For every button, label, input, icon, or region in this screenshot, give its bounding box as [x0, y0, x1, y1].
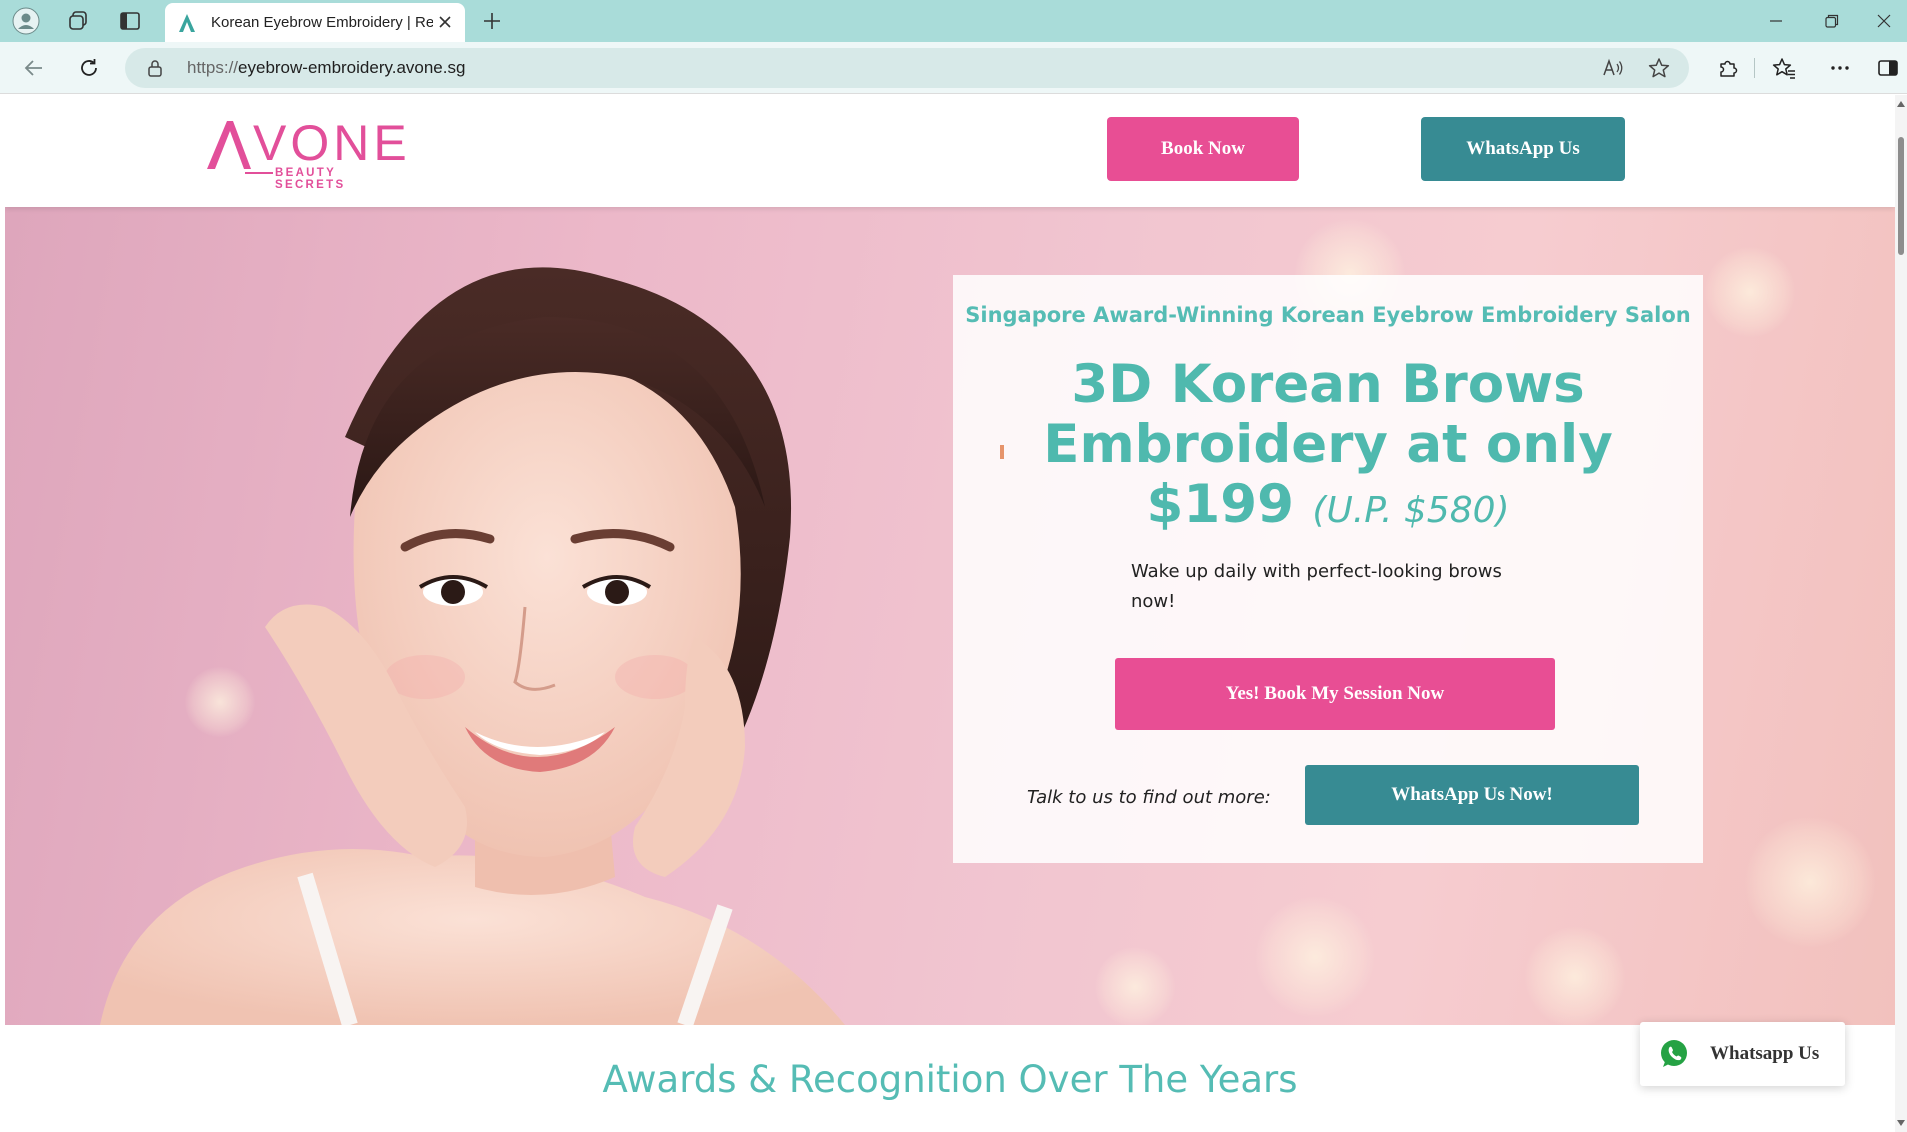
- browser-tab-bar: Korean Eyebrow Embroidery | Red: [0, 0, 1907, 42]
- floating-whatsapp-label: Whatsapp Us: [1710, 1043, 1820, 1064]
- window-close-icon[interactable]: [1860, 0, 1907, 42]
- talk-to-us-text: Talk to us to find out more:: [1027, 787, 1271, 808]
- bokeh-light: [1095, 947, 1175, 1025]
- puzzle-icon[interactable]: [1712, 52, 1744, 84]
- avone-favicon-icon: [179, 13, 195, 32]
- logo-divider: [245, 172, 273, 174]
- bokeh-light: [1745, 817, 1875, 947]
- refresh-icon[interactable]: [71, 50, 107, 86]
- page-scrollbar[interactable]: [1895, 95, 1907, 1132]
- scroll-up-arrow-icon[interactable]: [1897, 101, 1905, 107]
- headline-line-3: $199 (U.P. $580): [953, 475, 1703, 541]
- plus-icon[interactable]: [477, 5, 507, 37]
- offer-card: Singapore Award-Winning Korean Eyebrow E…: [953, 275, 1703, 863]
- floating-whatsapp-button[interactable]: Whatsapp Us: [1640, 1022, 1845, 1086]
- hero-banner: Singapore Award-Winning Korean Eyebrow E…: [5, 207, 1895, 1025]
- back-arrow-icon[interactable]: [16, 50, 52, 86]
- bokeh-light: [1705, 247, 1795, 337]
- workspaces-icon[interactable]: [62, 5, 94, 37]
- headline-line-2: Embroidery at only: [1043, 414, 1613, 475]
- scroll-down-arrow-icon[interactable]: [1897, 1120, 1905, 1126]
- offer-price: $199: [1146, 474, 1294, 535]
- usual-price: (U.P. $580): [1312, 490, 1510, 531]
- offer-headline: 3D Korean Brows Embroidery at only $199 …: [953, 355, 1703, 541]
- profile-icon[interactable]: [10, 5, 42, 37]
- browser-toolbar: https://eyebrow-embroidery.avone.sg: [0, 42, 1907, 94]
- book-now-button[interactable]: Book Now: [1107, 117, 1299, 181]
- address-bar[interactable]: https://eyebrow-embroidery.avone.sg: [125, 48, 1689, 88]
- headline-line-1: 3D Korean Brows: [1071, 354, 1585, 415]
- toolbar-divider: [1754, 58, 1755, 78]
- active-tab[interactable]: Korean Eyebrow Embroidery | Red: [165, 3, 465, 42]
- offer-subtitle: Wake up daily with perfect-looking brows…: [1131, 561, 1502, 612]
- vertical-tabs-icon[interactable]: [114, 5, 146, 37]
- bokeh-light: [1525, 927, 1625, 1025]
- url-text[interactable]: https://eyebrow-embroidery.avone.sg: [187, 58, 465, 78]
- read-aloud-icon[interactable]: [1601, 56, 1625, 80]
- awards-heading: Awards & Recognition Over The Years: [602, 1058, 1298, 1101]
- star-icon[interactable]: [1647, 56, 1671, 80]
- site-header: VONE BEAUTY SECRETS Book Now WhatsApp Us: [5, 95, 1895, 207]
- whatsapp-icon: [1661, 1040, 1687, 1067]
- tab-title: Korean Eyebrow Embroidery | Red: [211, 14, 433, 31]
- logo-wordmark: VONE: [253, 115, 411, 171]
- more-dots-icon[interactable]: [1824, 52, 1856, 84]
- favorites-icon[interactable]: [1768, 52, 1800, 84]
- logo-mark-icon: [207, 121, 251, 169]
- restore-icon[interactable]: [1804, 0, 1860, 42]
- whatsapp-us-now-button[interactable]: WhatsApp Us Now!: [1305, 765, 1639, 825]
- minimize-icon[interactable]: [1748, 0, 1804, 42]
- close-icon[interactable]: [435, 12, 455, 32]
- scroll-thumb[interactable]: [1898, 137, 1904, 255]
- model-portrait-image: [100, 267, 845, 1025]
- bokeh-light: [1255, 897, 1375, 1017]
- book-session-button[interactable]: Yes! Book My Session Now: [1115, 658, 1555, 730]
- sidebar-icon[interactable]: [1872, 52, 1904, 84]
- avone-logo[interactable]: VONE BEAUTY SECRETS: [205, 117, 407, 191]
- logo-tagline: BEAUTY SECRETS: [275, 167, 346, 191]
- offer-kicker: Singapore Award-Winning Korean Eyebrow E…: [965, 303, 1691, 327]
- whatsapp-us-button[interactable]: WhatsApp Us: [1421, 117, 1625, 181]
- lock-icon[interactable]: [145, 58, 165, 78]
- web-page: VONE BEAUTY SECRETS Book Now WhatsApp Us: [5, 95, 1895, 1132]
